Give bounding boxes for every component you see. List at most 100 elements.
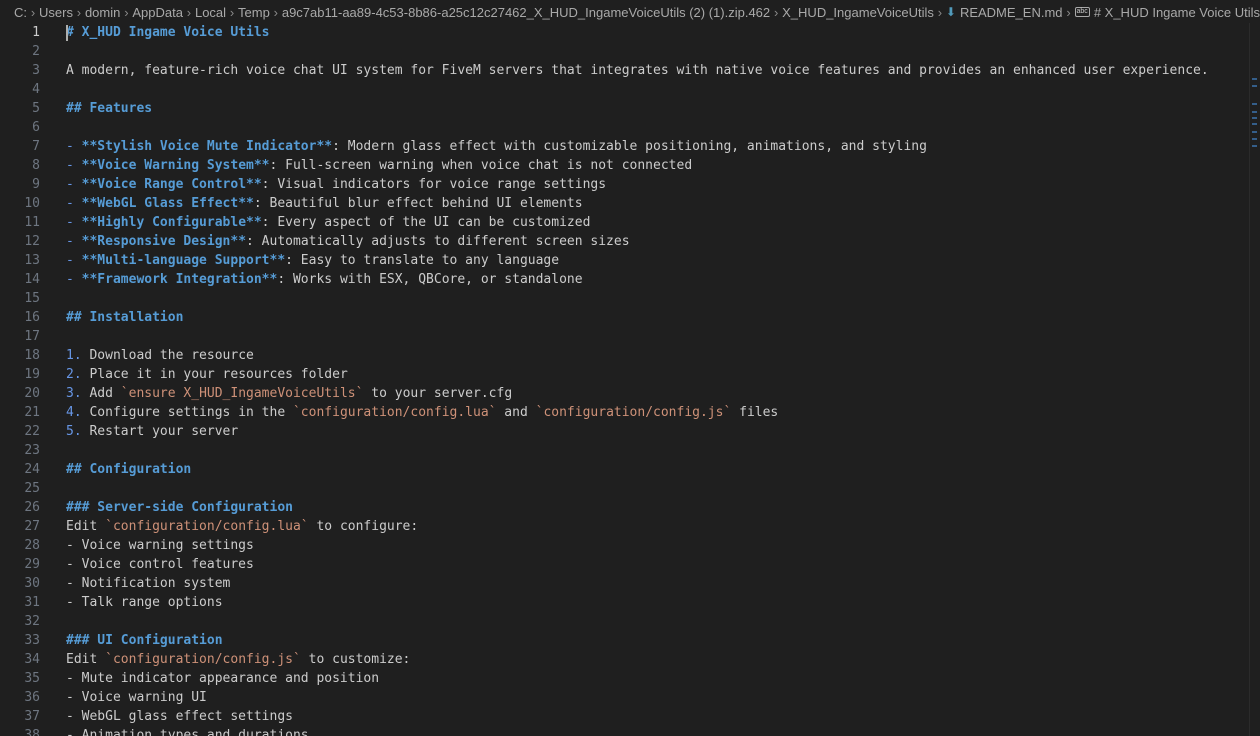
code-line[interactable]: 27 Edit `configuration/config.lua` to con… <box>0 517 1250 536</box>
code-line[interactable]: 24 ## Configuration <box>0 460 1250 479</box>
line-number: 37 <box>24 709 40 724</box>
code-token: - <box>66 158 82 173</box>
code-token: # X_HUD Ingame Voice Utils <box>66 25 270 40</box>
code-line[interactable]: 17 <box>0 327 1250 346</box>
code-line[interactable]: 18 1. Download the resource <box>0 346 1250 365</box>
code-token: `configuration/config.lua` <box>292 405 497 420</box>
code-token: 1. <box>66 348 90 363</box>
editor-text-area[interactable]: 1 # X_HUD Ingame Voice Utils 2 3 A modern, f… <box>0 23 1250 736</box>
line-number: 5 <box>32 101 40 116</box>
code-line[interactable]: 14 - **Framework Integration**: Works wit… <box>0 270 1250 289</box>
line-content: - Voice warning settings <box>66 536 254 555</box>
code-token: : Easy to translate to any language <box>285 253 560 268</box>
line-number: 21 <box>24 405 40 420</box>
breadcrumb-item[interactable]: Local <box>195 5 226 20</box>
line-number: 26 <box>24 500 40 515</box>
code-line[interactable]: 15 <box>0 289 1250 308</box>
code-line[interactable]: 3 A modern, feature-rich voice chat UI sy… <box>0 61 1250 80</box>
code-token: Configure settings in the <box>89 405 293 420</box>
code-token: Download the resource <box>89 348 254 363</box>
line-number: 31 <box>24 595 40 610</box>
code-token: - Voice warning UI <box>66 690 207 705</box>
breadcrumb-item[interactable]: # X_HUD Ingame Voice Utils <box>1094 5 1260 20</box>
line-number: 27 <box>24 519 40 534</box>
code-line[interactable]: 10 - **WebGL Glass Effect**: Beautiful bl… <box>0 194 1250 213</box>
code-line[interactable]: 38 - Animation types and durations <box>0 726 1250 736</box>
code-token: Place it in your resources folder <box>89 367 348 382</box>
line-content: - Notification system <box>66 574 230 593</box>
code-line[interactable]: 23 <box>0 441 1250 460</box>
code-line[interactable]: 29 - Voice control features <box>0 555 1250 574</box>
code-token: - <box>66 196 82 211</box>
code-token: ### Server-side Configuration <box>66 500 293 515</box>
code-line[interactable]: 9 - **Voice Range Control**: Visual indic… <box>0 175 1250 194</box>
code-line[interactable]: 21 4. Configure settings in the `configur… <box>0 403 1250 422</box>
line-number: 35 <box>24 671 40 686</box>
code-line[interactable]: 26 ### Server-side Configuration <box>0 498 1250 517</box>
breadcrumb-item[interactable]: Users <box>39 5 73 20</box>
code-token: - Voice control features <box>66 557 254 572</box>
line-content: - **Responsive Design**: Automatically a… <box>66 232 630 251</box>
code-token: 4. <box>66 405 90 420</box>
line-number: 32 <box>24 614 40 629</box>
code-line[interactable]: 8 - **Voice Warning System**: Full-screen… <box>0 156 1250 175</box>
code-token: 2. <box>66 367 90 382</box>
code-line[interactable]: 32 <box>0 612 1250 631</box>
line-number: 28 <box>24 538 40 553</box>
line-number: 20 <box>24 386 40 401</box>
code-line[interactable]: 20 3. Add `ensure X_HUD_IngameVoiceUtils`… <box>0 384 1250 403</box>
code-line[interactable]: 16 ## Installation <box>0 308 1250 327</box>
breadcrumb-item[interactable]: a9c7ab11-aa89-4c53-8b86-a25c12c27462_X_H… <box>282 5 770 20</box>
code-line[interactable]: 13 - **Multi-language Support**: Easy to … <box>0 251 1250 270</box>
code-line[interactable]: 25 <box>0 479 1250 498</box>
code-line[interactable]: 31 - Talk range options <box>0 593 1250 612</box>
code-line[interactable]: 5 ## Features <box>0 99 1250 118</box>
code-line[interactable]: 7 - **Stylish Voice Mute Indicator**: Mod… <box>0 137 1250 156</box>
code-line[interactable]: 4 <box>0 80 1250 99</box>
line-number: 36 <box>24 690 40 705</box>
code-token: **Multi-language Support** <box>81 253 286 268</box>
code-token: - Notification system <box>66 576 231 591</box>
code-token: `configuration/config.lua` <box>105 519 309 534</box>
breadcrumb-item[interactable]: AppData <box>132 5 183 20</box>
line-content: Edit `configuration/config.lua` to confi… <box>66 517 418 536</box>
chevron-right-icon: › <box>773 4 779 20</box>
line-number: 29 <box>24 557 40 572</box>
code-token: ### UI Configuration <box>66 633 223 648</box>
code-line[interactable]: 19 2. Place it in your resources folder <box>0 365 1250 384</box>
line-number: 14 <box>24 272 40 287</box>
code-line[interactable]: 34 Edit `configuration/config.js` to cust… <box>0 650 1250 669</box>
code-token: to configure: <box>308 519 419 534</box>
code-line[interactable]: 33 ### UI Configuration <box>0 631 1250 650</box>
code-line[interactable]: 6 <box>0 118 1250 137</box>
code-token: - <box>66 272 82 287</box>
line-content: - Animation types and durations <box>66 726 309 736</box>
code-line[interactable]: 12 - **Responsive Design**: Automatically… <box>0 232 1250 251</box>
breadcrumb-item[interactable]: C: <box>14 5 27 20</box>
code-line[interactable]: 30 - Notification system <box>0 574 1250 593</box>
code-line[interactable]: 1 # X_HUD Ingame Voice Utils <box>0 23 1250 42</box>
breadcrumb-item[interactable]: Temp <box>238 5 270 20</box>
markdown-file-icon: ⬇ <box>945 5 956 19</box>
code-line[interactable]: 2 <box>0 42 1250 61</box>
breadcrumb-item[interactable]: X_HUD_IngameVoiceUtils <box>782 5 934 20</box>
code-line[interactable]: 22 5. Restart your server <box>0 422 1250 441</box>
breadcrumb-item[interactable]: README_EN.md <box>960 5 1063 20</box>
line-content: 1. Download the resource <box>66 346 254 365</box>
code-line[interactable]: 28 - Voice warning settings <box>0 536 1250 555</box>
code-token: 3. <box>66 386 90 401</box>
line-number: 13 <box>24 253 40 268</box>
code-line[interactable]: 35 - Mute indicator appearance and positi… <box>0 669 1250 688</box>
line-content: - **Voice Range Control**: Visual indica… <box>66 175 606 194</box>
code-token: ## Features <box>66 101 153 116</box>
breadcrumb-item[interactable]: domin <box>85 5 120 20</box>
line-content: A modern, feature-rich voice chat UI sys… <box>66 61 1209 80</box>
code-line[interactable]: 11 - **Highly Configurable**: Every aspec… <box>0 213 1250 232</box>
line-content: ### UI Configuration <box>66 631 223 650</box>
line-content: 3. Add `ensure X_HUD_IngameVoiceUtils` t… <box>66 384 512 403</box>
line-number: 3 <box>32 63 40 78</box>
code-token: and <box>496 405 536 420</box>
code-line[interactable]: 36 - Voice warning UI <box>0 688 1250 707</box>
code-line[interactable]: 37 - WebGL glass effect settings <box>0 707 1250 726</box>
minimap-scrollbar[interactable] <box>1249 23 1260 736</box>
